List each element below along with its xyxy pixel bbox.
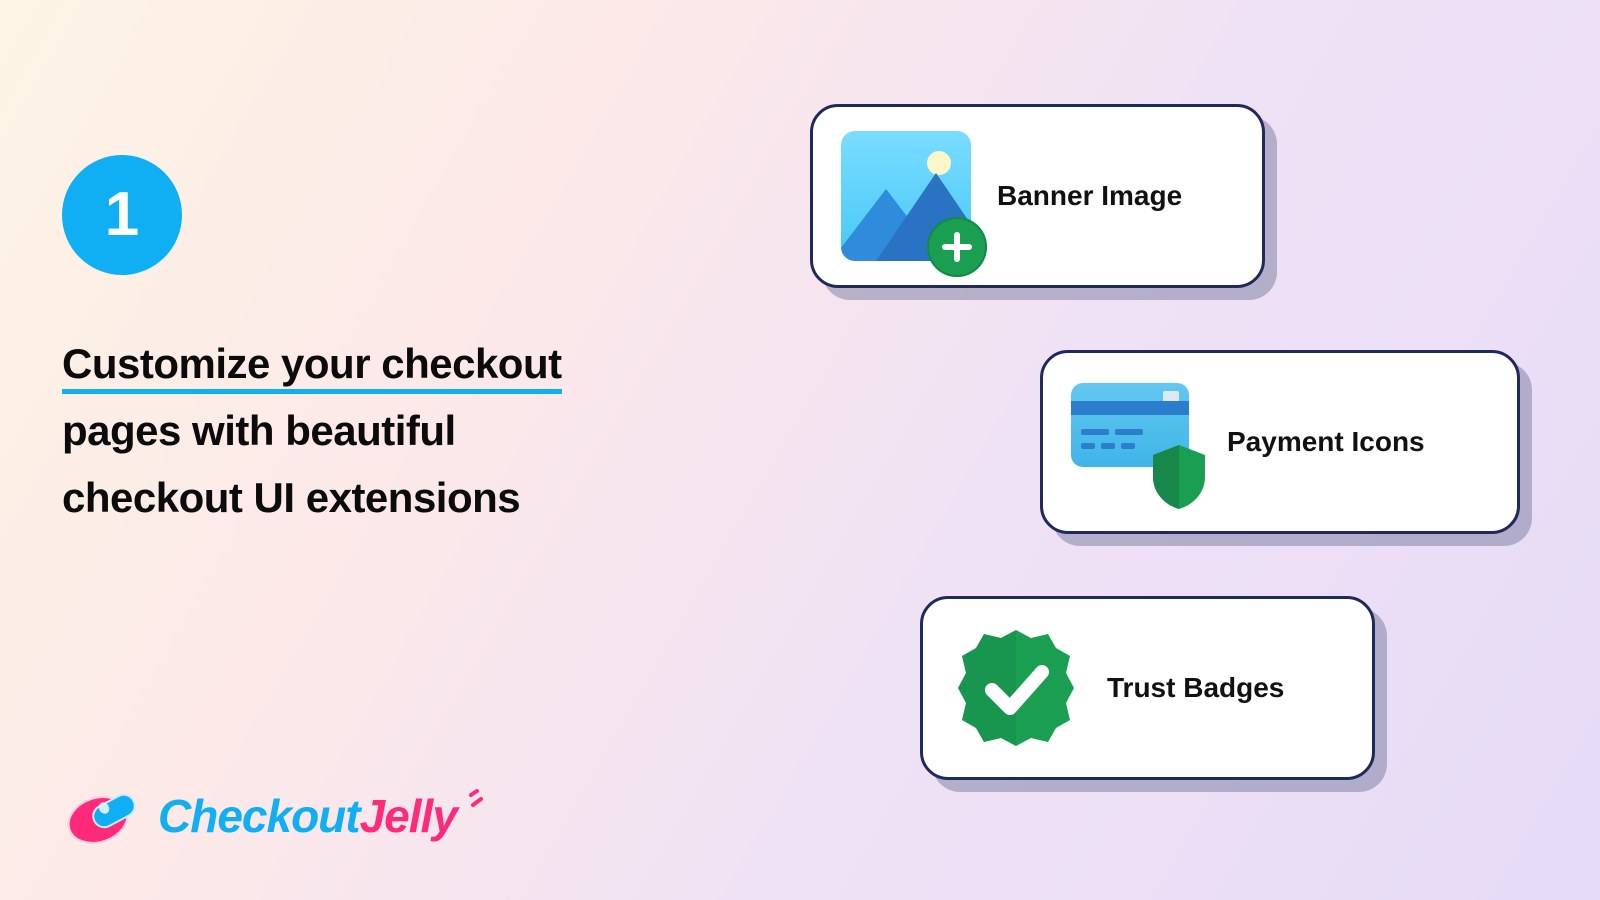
headline: Customize your checkout pages with beaut… xyxy=(62,330,702,532)
brand-name-part-2: Jelly xyxy=(360,790,457,842)
feature-card-label: Banner Image xyxy=(997,180,1182,212)
feature-card-banner-image: Banner Image xyxy=(810,104,1265,288)
banner-image-icon xyxy=(841,131,971,261)
verified-badge-icon xyxy=(951,623,1081,753)
plus-icon xyxy=(927,217,987,277)
step-number: 1 xyxy=(105,184,139,246)
brand-name: CheckoutJelly xyxy=(158,789,497,843)
brand-mark-icon xyxy=(62,786,146,846)
brand-logo-lockup: CheckoutJelly xyxy=(62,786,497,846)
feature-card-payment-icons: Payment Icons xyxy=(1040,350,1520,534)
headline-line-2: pages with beautiful xyxy=(62,407,456,454)
feature-card-label: Trust Badges xyxy=(1107,672,1284,704)
payment-card-icon xyxy=(1071,377,1201,507)
headline-line-3: checkout UI extensions xyxy=(62,474,520,521)
left-column: 1 Customize your checkout pages with bea… xyxy=(62,0,702,900)
brand-name-part-1: Checkout xyxy=(158,790,360,842)
step-number-badge: 1 xyxy=(62,155,182,275)
feature-card-label: Payment Icons xyxy=(1227,426,1425,458)
headline-line-1: Customize your checkout xyxy=(62,340,562,394)
shield-icon xyxy=(1149,443,1209,511)
feature-card-trust-badges: Trust Badges xyxy=(920,596,1375,780)
feature-cards: Banner Image Payment Icons xyxy=(790,0,1510,900)
sparkle-icon xyxy=(467,789,497,819)
